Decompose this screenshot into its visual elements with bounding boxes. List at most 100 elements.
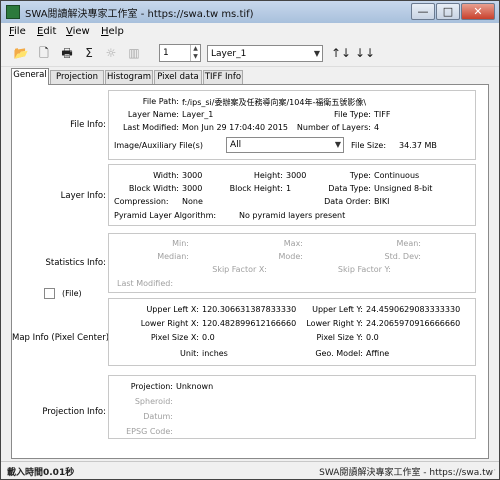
resize-grip-icon[interactable]: ⋰ bbox=[488, 468, 498, 478]
status-bar: 載入時間0.01秒 SWA閱讀解決專家工作室 - https://swa.tw … bbox=[1, 461, 499, 479]
block-height-value: 1 bbox=[286, 184, 292, 193]
close-button[interactable]: ✕ bbox=[461, 3, 495, 20]
watermark-status: SWA閱讀解決專家工作室 - https://swa.tw bbox=[319, 468, 493, 478]
projection-label: Projection: bbox=[130, 382, 173, 391]
unit-label: Unit: bbox=[180, 349, 199, 358]
sort-descending-icon[interactable]: ↓↓ bbox=[355, 45, 375, 61]
aux-files-value: All bbox=[230, 140, 242, 150]
upper-left-x-label: Upper Left X: bbox=[146, 305, 199, 314]
layer-info-section: Width: 3000 Height: 3000 Type: Continuou… bbox=[108, 164, 476, 226]
height-label: Height: bbox=[253, 171, 283, 180]
pixel-size-y-label: Pixel Size Y: bbox=[316, 333, 363, 342]
compression-label: Compression: bbox=[114, 197, 169, 206]
type-value: Continuous bbox=[374, 171, 420, 180]
menu-file-label: ile bbox=[14, 26, 26, 37]
chevron-down-icon: ▼ bbox=[313, 49, 320, 58]
file-size-value: 34.37 MB bbox=[399, 141, 437, 150]
layer-select[interactable]: Layer_1 ▼ bbox=[207, 45, 323, 62]
file-type-label: File Type: bbox=[334, 110, 371, 119]
upper-left-y-label: Upper Left Y: bbox=[312, 305, 363, 314]
height-value: 3000 bbox=[286, 171, 307, 180]
stat-mode-label: Mode: bbox=[278, 252, 304, 261]
pixel-size-x-value: 0.0 bbox=[202, 333, 215, 342]
file-checkbox-label: (File) bbox=[62, 289, 82, 298]
upper-left-x-value: 120.306631387833330 bbox=[202, 305, 297, 314]
stepper-arrows-icon[interactable]: ▲ ▼ bbox=[190, 45, 200, 61]
layer-name-value: Layer_1 bbox=[182, 110, 214, 119]
stat-min-label: Min: bbox=[172, 239, 189, 248]
app-icon bbox=[6, 5, 20, 19]
stat-mean-label: Mean: bbox=[396, 239, 422, 248]
pyramid-label: Pyramid Layer Algorithm: bbox=[114, 211, 217, 220]
sort-ascending-icon[interactable]: ↑↓ bbox=[331, 45, 351, 61]
datum-label: Datum: bbox=[143, 412, 173, 421]
lower-right-x-label: Lower Right X: bbox=[140, 319, 199, 328]
maximize-button[interactable]: □ bbox=[436, 3, 460, 20]
unit-value: inches bbox=[202, 349, 228, 358]
block-width-value: 3000 bbox=[182, 184, 203, 193]
projection-info-section: Projection: Unknown Spheroid: Datum: EPS… bbox=[108, 375, 476, 439]
aux-files-select[interactable]: All ▼ bbox=[226, 137, 344, 153]
menu-view-label: iew bbox=[72, 26, 90, 37]
new-document-icon[interactable]: 🗋 bbox=[36, 45, 52, 61]
file-info-section: File Path: f:/ips_si/委辦案及任務導向案/104年-福衛五號… bbox=[108, 90, 476, 160]
tab-projection[interactable]: Projection bbox=[50, 70, 104, 85]
menu-help-mnemonic: H bbox=[101, 26, 109, 37]
menu-help[interactable]: Help bbox=[101, 26, 124, 37]
file-checkbox[interactable] bbox=[44, 288, 55, 299]
title-bar[interactable]: SWA閱讀解決專家工作室 - https://swa.tw ms.tif) — … bbox=[1, 1, 499, 23]
last-modified-value: Mon Jun 29 17:04:40 2015 bbox=[182, 123, 289, 132]
upper-left-y-value: 24.4590629083333330 bbox=[366, 305, 461, 314]
chevron-down-icon: ▼ bbox=[334, 140, 341, 149]
minimize-button[interactable]: — bbox=[411, 3, 435, 20]
print-icon[interactable]: 🖶 bbox=[59, 45, 75, 61]
menu-bar: File Edit View Help bbox=[1, 23, 499, 41]
menu-edit[interactable]: Edit bbox=[37, 26, 56, 37]
lower-right-y-label: Lower Right Y: bbox=[306, 319, 363, 328]
stat-std-label: Std. Dev: bbox=[384, 252, 421, 261]
block-height-label: Block Height: bbox=[229, 184, 283, 193]
file-path-label: File Path: bbox=[142, 97, 179, 106]
settings-icon[interactable]: ☼ bbox=[103, 45, 119, 61]
menu-edit-label: dit bbox=[43, 26, 57, 37]
block-width-label: Block Width: bbox=[128, 184, 179, 193]
width-value: 3000 bbox=[182, 171, 203, 180]
layer-info-label: Layer Info: bbox=[60, 191, 106, 201]
skip-factor-x-label: Skip Factor X: bbox=[212, 265, 267, 274]
data-order-label: Data Order: bbox=[324, 197, 371, 206]
pixel-size-x-label: Pixel Size X: bbox=[150, 333, 199, 342]
tab-pixel-data[interactable]: Pixel data bbox=[154, 70, 202, 85]
sigma-icon[interactable]: Σ bbox=[81, 45, 97, 61]
last-modified-label: Last Modified: bbox=[122, 123, 179, 132]
num-layers-label: Number of Layers: bbox=[296, 123, 371, 132]
file-path-value: f:/ips_si/委辦案及任務導向案/104年-福衛五號影像\ bbox=[182, 98, 367, 107]
window-title: SWA閱讀解決專家工作室 - https://swa.tw ms.tif) bbox=[25, 9, 254, 20]
data-type-value: Unsigned 8-bit bbox=[374, 184, 433, 193]
statistics-info-label: Statistics Info: bbox=[45, 258, 106, 268]
histogram-icon[interactable]: ▥ bbox=[126, 45, 142, 61]
stat-last-modified-label: Last Modified: bbox=[117, 279, 174, 288]
tab-tiff-info[interactable]: TIFF Info bbox=[203, 70, 243, 85]
layer-select-value: Layer_1 bbox=[211, 49, 247, 59]
tab-general[interactable]: General bbox=[11, 68, 49, 85]
map-info-section: Upper Left X: 120.306631387833330 Upper … bbox=[108, 298, 476, 366]
menu-file[interactable]: File bbox=[9, 26, 26, 37]
geo-model-label: Geo. Model: bbox=[315, 349, 363, 358]
num-layers-value: 4 bbox=[374, 123, 380, 132]
general-panel: File Info: File Path: f:/ips_si/委辦案及任務導向… bbox=[11, 84, 489, 459]
epsg-code-label: EPSG Code: bbox=[126, 427, 173, 436]
pyramid-value: No pyramid layers present bbox=[239, 211, 346, 220]
type-label: Type: bbox=[349, 171, 371, 180]
width-label: Width: bbox=[153, 171, 179, 180]
band-number-stepper[interactable]: 1 ▲ ▼ bbox=[159, 44, 201, 62]
tab-histogram[interactable]: Histogram bbox=[105, 70, 153, 85]
menu-view-mnemonic: V bbox=[66, 26, 73, 37]
aux-files-label: Image/Auxiliary File(s) bbox=[114, 141, 203, 150]
menu-view[interactable]: View bbox=[66, 26, 90, 37]
menu-help-label: elp bbox=[108, 26, 124, 37]
file-type-value: TIFF bbox=[374, 110, 391, 119]
open-folder-icon[interactable]: 📂 bbox=[13, 45, 29, 61]
pixel-size-y-value: 0.0 bbox=[366, 333, 379, 342]
file-size-label: File Size: bbox=[351, 141, 387, 150]
lower-right-y-value: 24.2065970916666660 bbox=[366, 319, 461, 328]
